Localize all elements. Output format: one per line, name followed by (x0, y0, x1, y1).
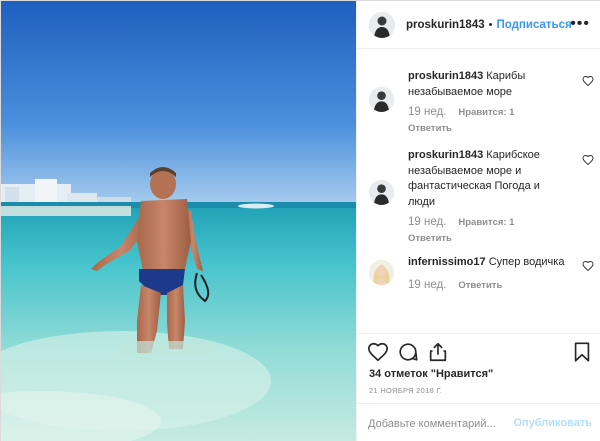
comment-time[interactable]: 19 нед. (408, 278, 446, 294)
reply-button[interactable]: Ответить (408, 121, 568, 137)
comment-input[interactable] (368, 416, 508, 432)
separator-dot: • (488, 18, 493, 31)
post-sidebar: proskurin1843 • Подписаться ••• proskuri… (356, 1, 600, 441)
comment-meta: 19 нед. Нравится: 1 (408, 215, 568, 231)
author-avatar[interactable] (369, 11, 395, 38)
share-icon[interactable] (427, 341, 449, 363)
comment-username[interactable]: infernissimo17 (408, 256, 486, 268)
comment-body: proskurin1843 Карибы незабываемое море 1… (408, 69, 568, 136)
publish-button[interactable]: Опубликовать (513, 417, 592, 429)
comment-item: proskurin1843 Карибское незабываемое мор… (369, 148, 594, 244)
post-photo[interactable] (1, 1, 356, 441)
comment-likes[interactable]: Нравится: 1 (458, 105, 514, 121)
comment-item: infernissimo17 Супер водичка 19 нед. Отв… (369, 255, 594, 301)
comment-meta: 19 нед. Ответить (408, 278, 568, 294)
man-avatar-icon[interactable] (369, 87, 394, 112)
comment-body: proskurin1843 Карибское незабываемое мор… (408, 148, 568, 246)
reply-button[interactable]: Ответить (408, 231, 568, 247)
comment-icon[interactable] (397, 341, 419, 363)
more-options-icon[interactable]: ••• (570, 16, 590, 32)
likes-count[interactable]: 34 отметок "Нравится" (369, 368, 493, 380)
man-avatar-icon[interactable] (369, 180, 394, 205)
comment-text: Супер водичка (488, 256, 565, 268)
post-header: proskurin1843 • Подписаться ••• (357, 1, 600, 49)
blonde-woman-avatar-icon[interactable] (369, 260, 394, 285)
comment-meta: 19 нед. Нравится: 1 (408, 105, 568, 121)
add-comment-bar: Опубликовать (357, 403, 600, 441)
comment-body: infernissimo17 Супер водичка 19 нед. Отв… (408, 255, 568, 293)
bookmark-icon[interactable] (571, 341, 593, 363)
comment-time[interactable]: 19 нед. (408, 105, 446, 121)
post-date[interactable]: 21 НОЯБРЯ 2018 Г. (369, 386, 442, 395)
action-icons (367, 341, 595, 365)
heart-icon[interactable] (367, 341, 389, 363)
comment-username[interactable]: proskurin1843 (408, 149, 483, 161)
follow-button[interactable]: Подписаться (496, 19, 571, 31)
comment-username[interactable]: proskurin1843 (408, 70, 483, 82)
like-comment-heart-icon[interactable] (582, 75, 594, 87)
post-actions: 34 отметок "Нравится" 21 НОЯБРЯ 2018 Г. … (357, 333, 600, 441)
comment-time[interactable]: 19 нед. (408, 215, 446, 231)
author-username[interactable]: proskurin1843 (406, 19, 485, 31)
comment-likes[interactable]: Нравится: 1 (458, 215, 514, 231)
reply-button[interactable]: Ответить (458, 278, 502, 294)
comments-list: proskurin1843 Карибы незабываемое море 1… (357, 49, 600, 333)
like-comment-heart-icon[interactable] (582, 260, 594, 272)
comment-item: proskurin1843 Карибы незабываемое море 1… (369, 69, 594, 139)
instagram-post: proskurin1843 • Подписаться ••• proskuri… (0, 0, 600, 441)
like-comment-heart-icon[interactable] (582, 154, 594, 166)
